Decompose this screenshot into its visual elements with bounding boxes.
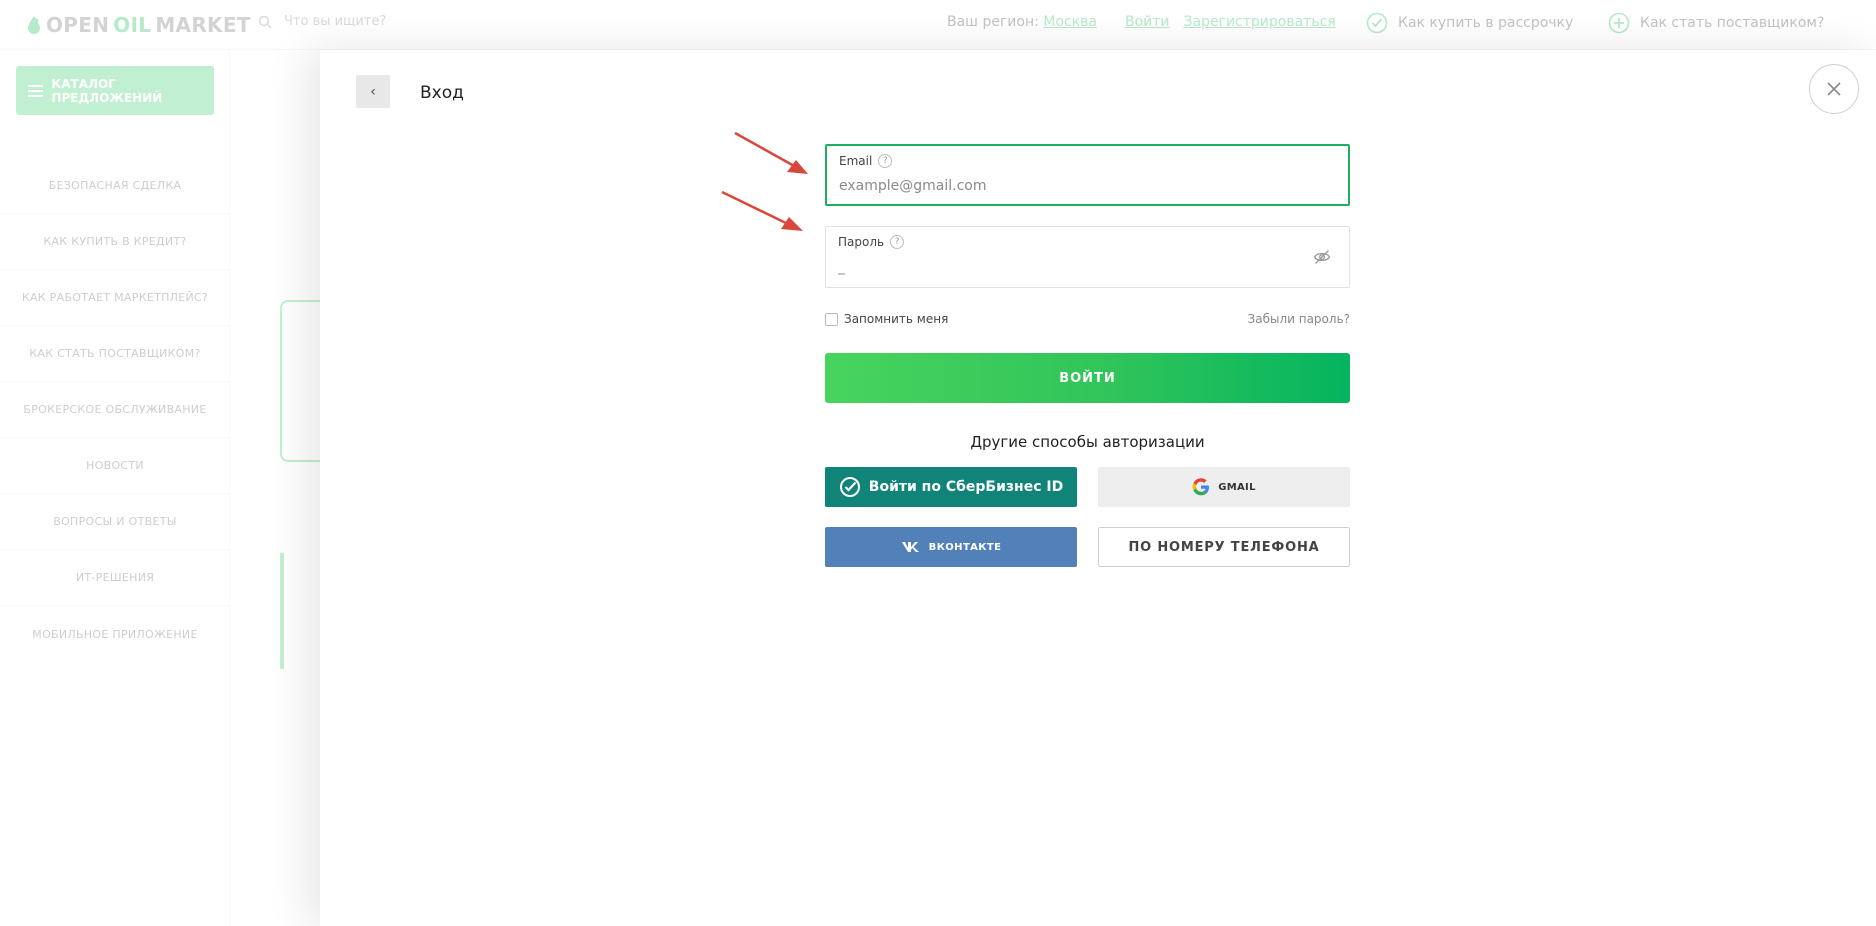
forgot-password-link[interactable]: Забыли пароль?	[1248, 312, 1350, 326]
vk-logo-icon	[901, 542, 919, 552]
region-link[interactable]: Москва	[1043, 14, 1097, 30]
background-accent-bar	[280, 553, 284, 669]
password-label-text: Пароль	[838, 235, 885, 249]
vk-button[interactable]: ВКОНТАКТЕ	[825, 527, 1077, 567]
supplier-link[interactable]: Как стать поставщиком?	[1608, 12, 1824, 34]
remember-me[interactable]: Запомнить меня	[825, 312, 948, 326]
site-logo[interactable]: OPEN OIL MARKET	[26, 13, 251, 37]
modal-title: Вход	[420, 83, 464, 103]
installment-link-label: Как купить в рассрочку	[1398, 15, 1574, 31]
eye-off-icon[interactable]	[1313, 249, 1331, 265]
catalog-button[interactable]: КАТАЛОГ ПРЕДЛОЖЕНИЙ	[16, 66, 214, 115]
register-link[interactable]: Зарегистрироваться	[1184, 14, 1336, 30]
sidebar-item-become-supplier[interactable]: КАК СТАТЬ ПОСТАВЩИКОМ?	[0, 326, 230, 382]
login-submit-button[interactable]: ВОЙТИ	[825, 353, 1350, 403]
region-selector: Ваш регион: Москва	[947, 14, 1097, 30]
gmail-label: GMAIL	[1218, 481, 1256, 493]
login-link[interactable]: Войти	[1125, 14, 1170, 30]
search-bar[interactable]: Что вы ищите?	[258, 14, 386, 29]
password-input[interactable]	[838, 259, 1298, 275]
password-label: Пароль ?	[838, 235, 905, 249]
sber-business-button[interactable]: Войти по СберБизнес ID	[825, 467, 1077, 507]
sidebar-item-it-solutions[interactable]: ИТ-РЕШЕНИЯ	[0, 550, 230, 606]
google-logo-icon	[1192, 478, 1210, 496]
close-icon	[1827, 82, 1841, 96]
supplier-link-label: Как стать поставщиком?	[1640, 15, 1825, 31]
sber-logo-icon	[839, 477, 860, 497]
other-methods-title: Другие способы авторизации	[970, 433, 1205, 451]
phone-login-button[interactable]: ПО НОМЕРУ ТЕЛЕФОНА	[1098, 527, 1350, 567]
sidebar: КАТАЛОГ ПРЕДЛОЖЕНИЙ БЕЗОПАСНАЯ СДЕЛКА КА…	[0, 50, 230, 926]
oil-drop-icon	[28, 16, 40, 34]
hamburger-icon	[28, 84, 44, 97]
logo-text-open: OPEN	[46, 13, 110, 37]
sidebar-menu: БЕЗОПАСНАЯ СДЕЛКА КАК КУПИТЬ В КРЕДИТ? К…	[0, 158, 230, 662]
chevron-left-icon: ‹	[370, 83, 376, 100]
sidebar-item-safe-deal[interactable]: БЕЗОПАСНАЯ СДЕЛКА	[0, 158, 230, 214]
top-bar: OPEN OIL MARKET Что вы ищите? Ваш регион: …	[0, 0, 1876, 50]
login-modal: ‹ Вход Email ? Пароль ?	[320, 50, 1876, 926]
search-icon	[258, 15, 272, 28]
password-field: Пароль ?	[825, 226, 1350, 288]
remember-me-label: Запомнить меня	[844, 312, 949, 326]
email-label-text: Email	[839, 154, 873, 168]
region-label: Ваш регион:	[947, 14, 1039, 30]
form-options-row: Запомнить меня Забыли пароль?	[825, 312, 1350, 330]
close-button[interactable]	[1809, 64, 1859, 114]
email-label: Email ?	[839, 154, 893, 168]
logo-text-oil: OIL	[113, 13, 152, 37]
email-field: Email ?	[825, 144, 1350, 206]
plus-circle-icon	[1608, 12, 1630, 34]
sidebar-item-how-it-works[interactable]: КАК РАБОТАЕТ МАРКЕТПЛЕЙС?	[0, 270, 230, 326]
gmail-button[interactable]: GMAIL	[1098, 467, 1350, 507]
email-input[interactable]	[839, 178, 1299, 194]
sidebar-item-credit[interactable]: КАК КУПИТЬ В КРЕДИТ?	[0, 214, 230, 270]
check-circle-icon	[1366, 12, 1388, 34]
sber-business-label: Войти по СберБизнес ID	[868, 479, 1064, 495]
search-placeholder: Что вы ищите?	[284, 14, 387, 29]
alt-auth-methods: Войти по СберБизнес ID GMAIL ВКОНТАКТЕ П…	[825, 467, 1350, 567]
sidebar-item-news[interactable]: НОВОСТИ	[0, 438, 230, 494]
sidebar-item-brokerage[interactable]: БРОКЕРСКОЕ ОБСЛУЖИВАНИЕ	[0, 382, 230, 438]
sidebar-item-mobile-app[interactable]: МОБИЛЬНОЕ ПРИЛОЖЕНИЕ	[0, 606, 230, 662]
logo-text-market: MARKET	[155, 13, 251, 37]
remember-me-checkbox[interactable]	[825, 312, 838, 326]
catalog-button-label: КАТАЛОГ ПРЕДЛОЖЕНИЙ	[51, 76, 163, 105]
auth-links: Войти Зарегистрироваться	[1125, 14, 1336, 30]
vk-label: ВКОНТАКТЕ	[928, 541, 1002, 553]
sidebar-item-faq[interactable]: ВОПРОСЫ И ОТВЕТЫ	[0, 494, 230, 550]
installment-link[interactable]: Как купить в рассрочку	[1366, 12, 1573, 34]
email-help-icon[interactable]: ?	[878, 154, 893, 168]
back-button[interactable]: ‹	[356, 75, 390, 108]
password-help-icon[interactable]: ?	[890, 235, 905, 249]
login-form: Email ? Пароль ? Запомнить меня Забыли п…	[825, 144, 1350, 567]
